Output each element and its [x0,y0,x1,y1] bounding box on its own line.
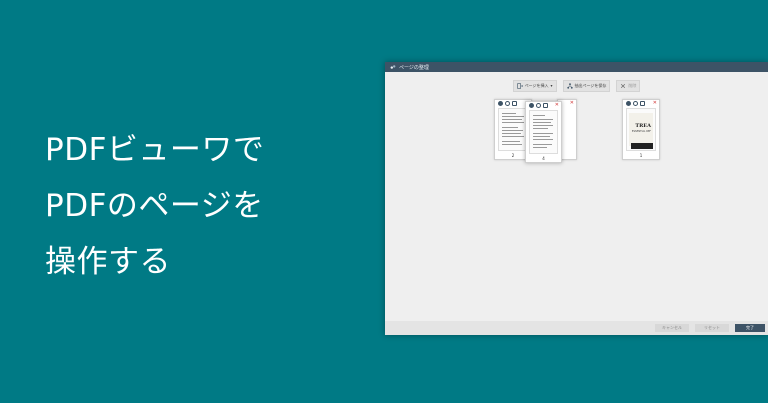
cancel-button[interactable]: キャンセル [655,324,689,332]
toolbar: ページを挿入 ▾ 抽出ページを保存 削除 [385,79,768,92]
page-preview [529,110,558,154]
duplicate-icon[interactable] [512,101,517,106]
dialog-footer: キャンセル リセット 完了 [385,321,768,335]
insert-page-label: ページを挿入 [524,82,549,88]
page-number: 4 [542,156,545,161]
page-number: 1 [639,153,643,158]
window-title: ページの整理 [399,64,429,71]
delete-button[interactable]: 削除 [616,79,641,92]
thumbnail-actions [626,101,645,106]
hero-line-1: PDFビューワで [45,132,265,168]
rotate-icon[interactable] [505,101,510,106]
rotate-icon[interactable] [536,103,541,108]
delete-label: 削除 [628,82,637,88]
cover-band [631,143,653,149]
page-organizer-window: ページの整理 ページを挿入 ▾ 抽出ページを保存 削除 2 ✕ ✕ 4 ✕ TR… [385,62,768,335]
extract-pages-button[interactable]: 抽出ページを保存 [562,79,611,92]
close-icon[interactable]: ✕ [653,100,657,106]
insert-page-button[interactable]: ページを挿入 ▾ [512,79,557,92]
page-thumbnail[interactable]: ✕ TREA ESSENTIAL REF 1 [622,99,660,160]
close-icon[interactable]: ✕ [570,100,574,106]
hero-text: PDFビューワで PDFのページを 操作する [45,122,264,290]
info-icon[interactable] [498,101,503,106]
rotate-icon[interactable] [633,101,638,106]
thumbnail-actions [498,101,517,106]
delete-icon [621,83,626,88]
reset-button[interactable]: リセット [695,324,729,332]
info-icon[interactable] [529,103,534,108]
cover-subtitle: ESSENTIAL REF [631,130,651,133]
duplicate-icon[interactable] [543,103,548,108]
extract-icon [566,82,573,89]
done-button[interactable]: 完了 [735,324,765,332]
cover-title: TREA [635,123,651,129]
hero-line-3: 操作する [45,244,171,280]
page-preview [498,108,528,151]
close-icon[interactable]: ✕ [555,102,559,108]
add-page-icon [516,82,523,89]
info-icon[interactable] [626,101,631,106]
hero-line-2: PDFのページを [45,188,264,224]
page-preview: TREA ESSENTIAL REF [626,108,656,151]
title-bar: ページの整理 [385,62,768,72]
page-thumbnail[interactable]: ✕ 4 [525,101,562,163]
thumbnail-actions [529,103,548,108]
book-cover: TREA ESSENTIAL REF [629,113,653,149]
chevron-down-icon: ▾ [550,83,553,88]
app-icon [390,65,396,69]
duplicate-icon[interactable] [640,101,645,106]
extract-pages-label: 抽出ページを保存 [574,82,607,88]
